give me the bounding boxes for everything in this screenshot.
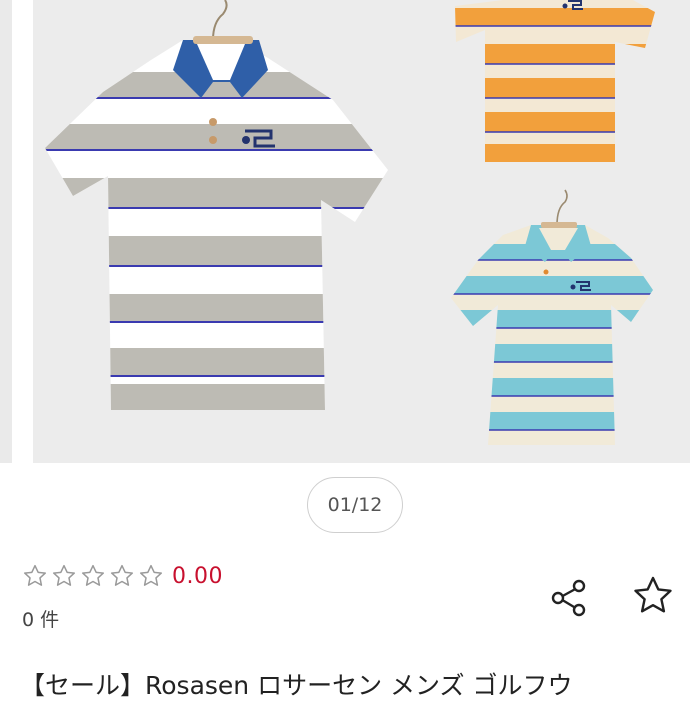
star-outline-icon	[139, 564, 163, 586]
rating-row: 0.00	[22, 560, 223, 592]
star-outline-icon	[52, 564, 76, 586]
star-outline-icon	[110, 564, 134, 586]
rating-value: 0.00	[172, 563, 223, 589]
rating-stars	[22, 563, 164, 589]
favorite-button[interactable]	[630, 573, 676, 619]
polo-shirt-turquoise-icon	[451, 189, 653, 445]
star-outline-icon	[81, 564, 105, 586]
star-outline-icon	[23, 564, 47, 586]
polo-shirt-orange-icon	[455, 0, 655, 162]
product-title: 【セール】Rosasen ロサーセン メンズ ゴルフウ	[20, 671, 573, 700]
share-button[interactable]	[546, 575, 592, 621]
polo-shirt-gray-white-icon	[45, 0, 388, 410]
image-counter: 01/12	[307, 477, 403, 533]
share-icon	[551, 579, 586, 617]
previous-image-peek[interactable]	[0, 0, 16, 463]
star-outline-icon	[634, 576, 672, 613]
review-count[interactable]: 0 件	[22, 605, 59, 632]
product-image-gallery[interactable]	[0, 0, 690, 463]
product-main-image[interactable]	[33, 0, 690, 463]
